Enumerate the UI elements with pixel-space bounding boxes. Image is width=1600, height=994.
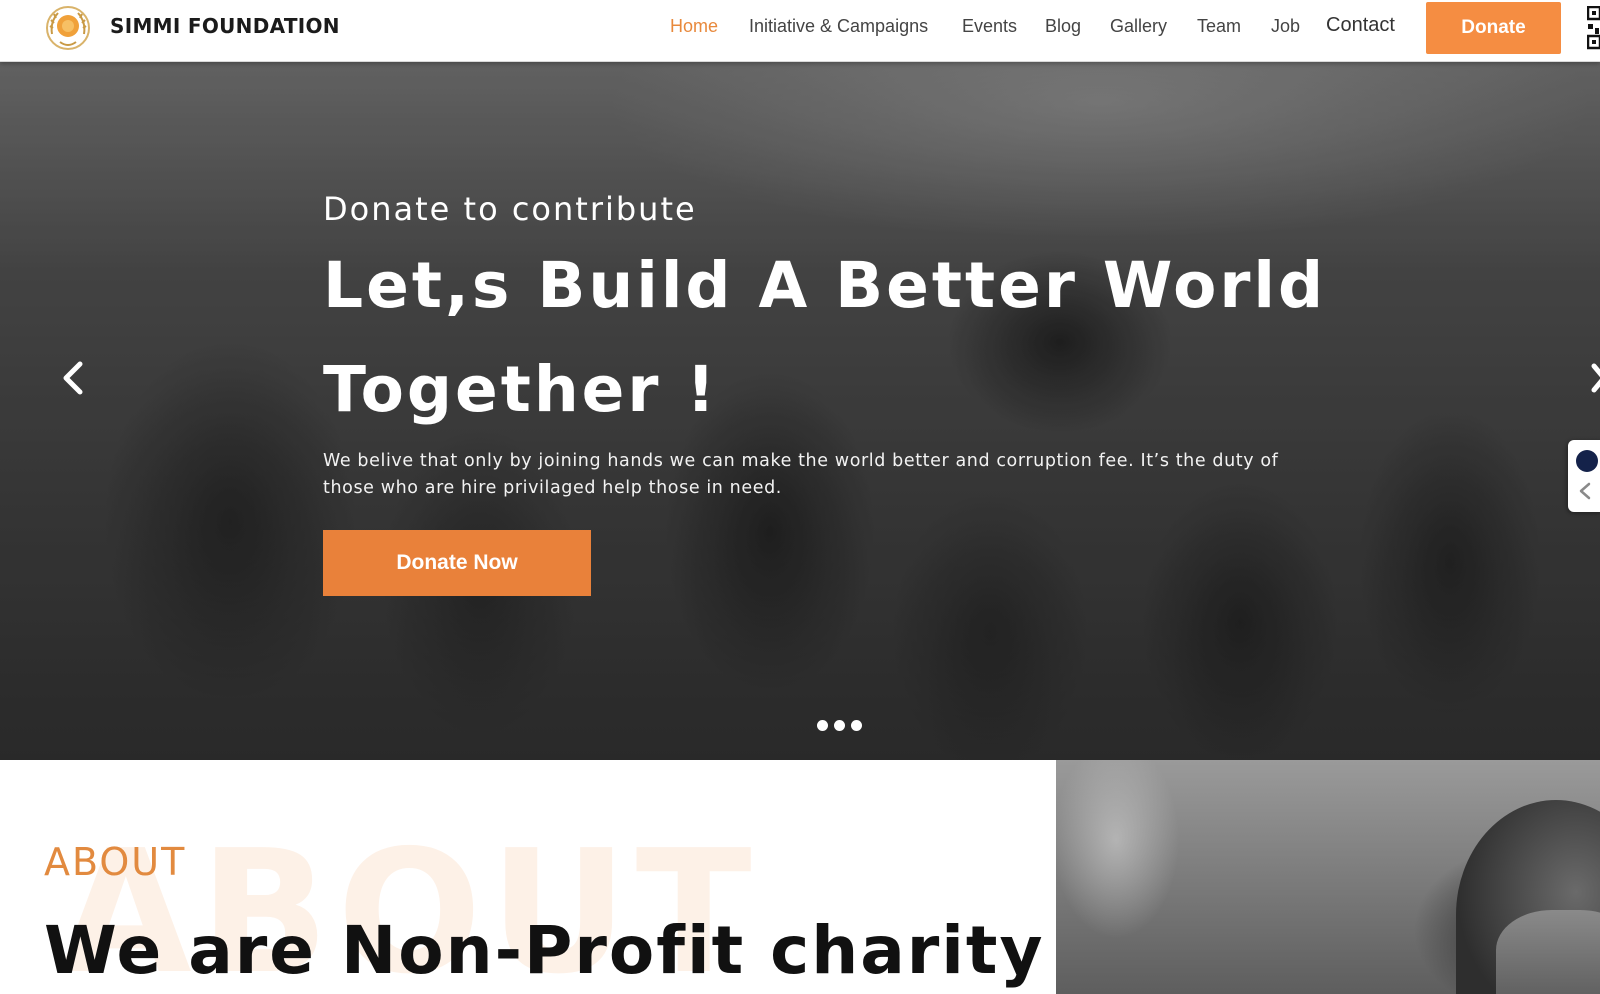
slider-dot[interactable]: [834, 720, 845, 731]
qr-code-icon[interactable]: [1587, 6, 1600, 50]
nav-gallery[interactable]: Gallery: [1110, 16, 1167, 37]
main-nav: Home Initiative & Campaigns Events Blog …: [0, 14, 1600, 44]
about-image: [1056, 760, 1600, 994]
nav-events[interactable]: Events: [962, 16, 1017, 37]
about-label: ABOUT: [44, 840, 187, 884]
nav-team[interactable]: Team: [1197, 16, 1241, 37]
hero-slider: Donate to contribute Let,s Build A Bette…: [0, 62, 1600, 760]
slider-pagination: [817, 720, 862, 734]
donate-now-button[interactable]: Donate Now: [323, 530, 591, 596]
side-widget-tab[interactable]: [1568, 440, 1600, 512]
chevron-right-icon[interactable]: [1590, 358, 1600, 398]
avatar[interactable]: [1576, 450, 1598, 472]
nav-blog[interactable]: Blog: [1045, 16, 1081, 37]
hero-title: Let,s Build A Better World Together !: [323, 249, 1327, 426]
slider-dot[interactable]: [851, 720, 862, 731]
slider-dot[interactable]: [817, 720, 828, 731]
nav-home[interactable]: Home: [670, 16, 718, 37]
nav-initiative-campaigns[interactable]: Initiative & Campaigns: [749, 16, 928, 37]
about-heading: We are Non-Profit charity: [44, 912, 1045, 989]
hero-subtitle: Donate to contribute: [323, 190, 697, 228]
chevron-left-icon[interactable]: [60, 358, 90, 398]
about-section: ABOUT ABOUT We are Non-Profit charity: [0, 760, 1056, 994]
donate-button[interactable]: Donate: [1426, 2, 1561, 54]
nav-contact[interactable]: Contact: [1326, 14, 1395, 37]
hero-description: We belive that only by joining hands we …: [323, 451, 1279, 498]
chevron-left-icon[interactable]: [1578, 482, 1592, 500]
nav-job[interactable]: Job: [1271, 16, 1300, 37]
site-header: SIMMI FOUNDATION Home Initiative & Campa…: [0, 0, 1600, 62]
person-face: [1496, 910, 1600, 994]
